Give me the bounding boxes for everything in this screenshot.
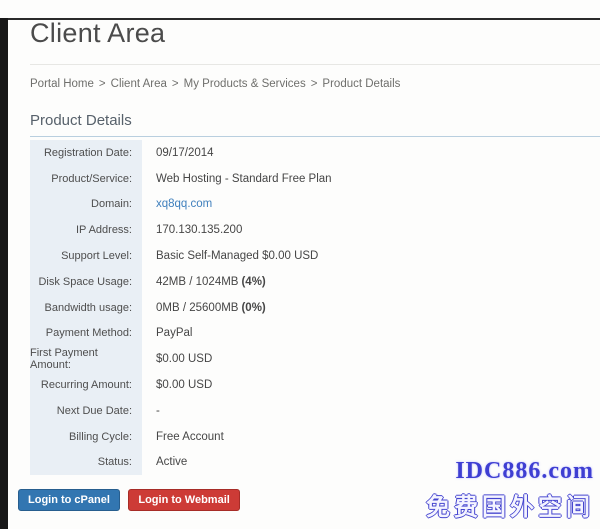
field-value: 09/17/2014 xyxy=(156,147,214,159)
field-value: PayPal xyxy=(156,327,192,339)
page-title: Client Area xyxy=(30,18,600,49)
field-label: Registration Date: xyxy=(30,140,142,166)
field-value: Web Hosting - Standard Free Plan xyxy=(156,173,332,185)
table-row: Support Level: Basic Self-Managed $0.00 U… xyxy=(30,243,600,269)
table-row: Registration Date: 09/17/2014 xyxy=(30,140,600,166)
field-value-cell: Web Hosting - Standard Free Plan xyxy=(142,166,332,192)
left-edge-bar xyxy=(0,18,8,529)
field-label: Recurring Amount: xyxy=(30,372,142,398)
field-label: Support Level: xyxy=(30,243,142,269)
table-row: Product/Service: Web Hosting - Standard F… xyxy=(30,166,600,192)
main-content: Client Area Portal Home > Client Area > My P… xyxy=(8,18,600,511)
field-label: Bandwidth usage: xyxy=(30,295,142,321)
field-value: 42MB / 1024MB xyxy=(156,276,238,288)
action-buttons: Login to cPanel Login to Webmail xyxy=(18,489,600,511)
breadcrumb-separator: > xyxy=(172,78,179,90)
field-value-cell: 09/17/2014 xyxy=(142,140,214,166)
table-row: IP Address: 170.130.135.200 xyxy=(30,217,600,243)
field-value-cell: $0.00 USD xyxy=(142,346,212,372)
field-label: Payment Method: xyxy=(30,321,142,347)
domain-link[interactable]: xq8qq.com xyxy=(156,198,212,210)
breadcrumb-separator: > xyxy=(311,78,318,90)
table-row: Next Due Date: - xyxy=(30,398,600,424)
login-to-cpanel-button[interactable]: Login to cPanel xyxy=(18,489,120,511)
table-row: Bandwidth usage:0MB / 25600MB(0%) xyxy=(30,295,600,321)
field-label: Billing Cycle: xyxy=(30,424,142,450)
field-value-cell: $0.00 USD xyxy=(142,372,212,398)
field-label: Product/Service: xyxy=(30,166,142,192)
field-value-cell: PayPal xyxy=(142,321,192,347)
breadcrumb: Portal Home > Client Area > My Products & Se… xyxy=(30,78,600,90)
field-value-cell: 170.130.135.200 xyxy=(142,217,242,243)
breadcrumb-item[interactable]: My Products & Services xyxy=(184,78,306,90)
field-value: - xyxy=(156,405,160,417)
field-value-cell: Active xyxy=(142,450,187,476)
field-label: Disk Space Usage: xyxy=(30,269,142,295)
product-details-table: Registration Date: 09/17/2014 Product/Serv… xyxy=(30,140,600,475)
field-label: Status: xyxy=(30,450,142,476)
field-value: Active xyxy=(156,456,187,468)
field-label: Next Due Date: xyxy=(30,398,142,424)
field-label: First Payment Amount: xyxy=(30,346,142,372)
field-value-cell: - xyxy=(142,398,160,424)
field-value-cell: 42MB / 1024MB(4%) xyxy=(142,269,266,295)
field-value: 0MB / 25600MB xyxy=(156,302,238,314)
header-divider xyxy=(30,64,600,65)
field-value-cell: xq8qq.com xyxy=(142,192,212,218)
usage-percent: (4%) xyxy=(241,276,265,288)
field-value: Basic Self-Managed $0.00 USD xyxy=(156,250,318,262)
field-value: $0.00 USD xyxy=(156,353,212,365)
field-value: $0.00 USD xyxy=(156,379,212,391)
section-divider xyxy=(30,136,600,137)
field-value-cell: 0MB / 25600MB(0%) xyxy=(142,295,266,321)
field-label: Domain: xyxy=(30,192,142,218)
table-row: Payment Method: PayPal xyxy=(30,321,600,347)
table-row: Disk Space Usage:42MB / 1024MB(4%) xyxy=(30,269,600,295)
breadcrumb-item[interactable]: Portal Home xyxy=(30,78,94,90)
table-row: Domain: xq8qq.com xyxy=(30,192,600,218)
field-value-cell: Basic Self-Managed $0.00 USD xyxy=(142,243,318,269)
table-row: First Payment Amount: $0.00 USD xyxy=(30,346,600,372)
breadcrumb-item: Product Details xyxy=(322,78,400,90)
usage-percent: (0%) xyxy=(241,302,265,314)
table-row: Recurring Amount: $0.00 USD xyxy=(30,372,600,398)
login-to-webmail-button[interactable]: Login to Webmail xyxy=(128,489,239,511)
table-row: Billing Cycle: Free Account xyxy=(30,424,600,450)
section-title: Product Details xyxy=(30,112,600,129)
field-value: Free Account xyxy=(156,431,224,443)
field-label: IP Address: xyxy=(30,217,142,243)
breadcrumb-item[interactable]: Client Area xyxy=(111,78,167,90)
field-value-cell: Free Account xyxy=(142,424,224,450)
breadcrumb-separator: > xyxy=(99,78,106,90)
table-row: Status: Active xyxy=(30,450,600,476)
field-value: 170.130.135.200 xyxy=(156,224,242,236)
